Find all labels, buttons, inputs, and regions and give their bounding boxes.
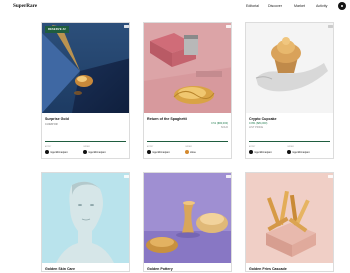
artwork-image[interactable]	[42, 173, 129, 263]
divider	[249, 141, 330, 142]
owner-label: OWNER	[287, 145, 294, 148]
artwork-title[interactable]: Golden Skin Care	[45, 267, 75, 271]
artwork-card[interactable]: RESERVE #2 Surprise Gold CURATOR ARTIST …	[41, 22, 130, 159]
artwork-image[interactable]: RESERVE #2	[42, 23, 129, 113]
artwork-image[interactable]	[246, 173, 333, 263]
user-avatar-button[interactable]	[338, 1, 346, 10]
video-icon	[328, 25, 333, 28]
artwork-people: ARTIST rogerkilimanjaro OWNER rogerkilim…	[45, 145, 128, 156]
artwork-people: ARTIST rogerkilimanjaro OWNER rogerkilim…	[249, 145, 332, 156]
artist-avatar	[249, 150, 253, 154]
artwork-card[interactable]: Golden Skin Care	[41, 172, 130, 272]
artwork-golden-fries-cascade-image	[246, 173, 333, 263]
owner-name[interactable]: rogerkilimanjaro	[88, 151, 106, 154]
nav-editorial[interactable]: Editorial	[246, 4, 259, 8]
divider	[45, 141, 126, 142]
artist-avatar	[45, 150, 49, 154]
artwork-golden-pottery-image	[144, 173, 231, 263]
artist-name[interactable]: rogerkilimanjaro	[50, 151, 68, 154]
owner-avatar	[185, 150, 189, 154]
artist-label: ARTIST	[45, 145, 52, 148]
top-navigation-bar: SuperRare Editorial Discover Market Acti…	[0, 0, 350, 14]
reserve-badge: RESERVE #2	[45, 26, 69, 33]
artist-label: ARTIST	[249, 145, 256, 148]
video-icon	[328, 175, 333, 178]
artwork-image[interactable]	[246, 23, 333, 113]
artwork-crypto-cupcake-image	[246, 23, 333, 113]
artwork-card[interactable]: Golden Pottery	[143, 172, 232, 272]
price-status: LIST PRICE	[249, 126, 264, 129]
artwork-title[interactable]: Golden Fries Cascade	[249, 267, 287, 271]
artwork-title[interactable]: Surprise Gold	[45, 117, 69, 121]
video-icon	[124, 25, 129, 28]
logo[interactable]: SuperRare	[13, 3, 37, 9]
curator-label: CURATOR	[45, 123, 58, 126]
video-icon	[226, 25, 231, 28]
artwork-card[interactable]: Golden Fries Cascade	[245, 172, 334, 272]
nav-market[interactable]: Market	[294, 4, 305, 8]
nav-activity[interactable]: Activity	[316, 4, 327, 8]
price-status: SOLD	[220, 126, 228, 129]
artwork-surprise-gold-image	[42, 23, 129, 113]
artwork-image[interactable]	[144, 173, 231, 263]
artwork-title[interactable]: Crypto Cupcake	[249, 117, 277, 121]
owner-avatar	[83, 150, 87, 154]
artist-label: ARTIST	[147, 145, 154, 148]
owner-avatar	[287, 150, 291, 154]
artwork-title[interactable]: Golden Pottery	[147, 267, 173, 271]
artist-name[interactable]: rogerkilimanjaro	[254, 151, 272, 154]
owner-label: OWNER	[185, 145, 192, 148]
artwork-golden-skin-care-image	[42, 173, 129, 263]
video-icon	[124, 175, 129, 178]
video-icon	[226, 175, 231, 178]
artwork-title[interactable]: Return of the Spaghetti	[147, 117, 187, 121]
owner-name[interactable]: sikoe	[190, 151, 196, 154]
artwork-card[interactable]: Crypto Cupcake 0.051 ($84,000) LIST PRIC…	[245, 22, 334, 159]
artist-name[interactable]: rogerkilimanjaro	[152, 151, 170, 154]
artist-avatar	[147, 150, 151, 154]
nav-discover[interactable]: Discover	[268, 4, 282, 8]
owner-name[interactable]: rogerkilimanjaro	[292, 151, 310, 154]
price: 0.051 ($84,000)	[249, 122, 268, 125]
artwork-image[interactable]	[144, 23, 231, 113]
artwork-spaghetti-image	[144, 23, 231, 113]
price: 0.51 ($84,000)	[211, 122, 228, 125]
owner-label: OWNER	[83, 145, 90, 148]
artwork-people: ARTIST rogerkilimanjaro OWNER sikoe	[147, 145, 230, 156]
artwork-card[interactable]: Return of the Spaghetti 0.51 ($84,000) S…	[143, 22, 232, 159]
divider	[147, 141, 228, 142]
